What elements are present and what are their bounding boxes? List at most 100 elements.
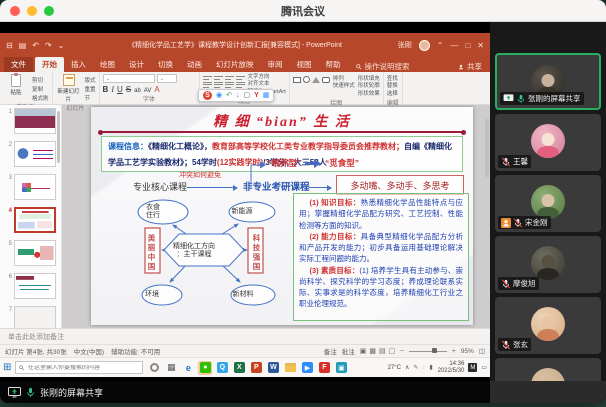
tab-动画[interactable]: 动画 [180, 57, 209, 72]
taskbar-app-meeting-icon[interactable]: ▶ [300, 361, 314, 375]
thumbnail-preview[interactable] [14, 306, 56, 328]
tell-me-search[interactable]: 操作说明搜索 [355, 61, 410, 72]
participant-tile[interactable] [495, 358, 601, 381]
cut-button[interactable]: 剪切 [32, 76, 49, 84]
slide-thumbnail-2[interactable]: 2 [2, 141, 61, 167]
thumbnail-preview[interactable] [14, 141, 56, 167]
taskbar-search-input[interactable] [27, 364, 140, 371]
tab-审阅[interactable]: 审阅 [261, 57, 290, 72]
layout-button[interactable]: 版式 [85, 76, 96, 84]
taskbar-app-word-icon[interactable]: W [266, 361, 280, 375]
undo-arrow-icon[interactable]: ↶ [226, 92, 232, 99]
thumbnail-preview[interactable] [14, 174, 56, 200]
replace-button[interactable]: 替换 [387, 83, 398, 90]
tab-绘图[interactable]: 绘图 [93, 57, 122, 72]
tab-帮助[interactable]: 帮助 [319, 57, 348, 72]
zoom-slider[interactable] [409, 348, 448, 353]
comments-toggle[interactable]: 批注 [342, 346, 355, 356]
thumbnail-preview[interactable] [14, 108, 56, 134]
participant-tile-张玄[interactable]: 张玄 [495, 297, 601, 354]
eye-icon[interactable]: ◉ [216, 92, 222, 99]
weather-indicator[interactable]: 27°C [388, 365, 401, 371]
monitor-icon[interactable]: ▢ [243, 92, 250, 99]
font-color-button[interactable]: A [154, 85, 159, 94]
start-button[interactable]: ⊞ [3, 362, 11, 373]
copy-button[interactable]: 复制 [32, 85, 49, 93]
taskbar-app-powerpoint-icon[interactable]: P [249, 361, 263, 375]
tab-设计[interactable]: 设计 [122, 57, 151, 72]
align-text-button[interactable]: 对齐文本 [248, 81, 286, 88]
slide-thumbnail-7[interactable]: 7 [2, 306, 61, 328]
new-slide-button[interactable]: 新建幻灯片 [56, 74, 82, 103]
format-painter-button[interactable]: 格式刷 [32, 94, 49, 102]
taskbar-app-pdf-icon[interactable]: F [317, 361, 331, 375]
reset-button[interactable]: 重置 [85, 85, 96, 93]
section-button[interactable]: 节 [85, 94, 96, 102]
tab-视图[interactable]: 视图 [290, 57, 319, 72]
slide-thumbnail-3[interactable]: 3 [2, 174, 61, 200]
redo-icon[interactable]: ↷ [45, 41, 52, 50]
save-icon[interactable]: ▤ [19, 41, 27, 50]
font-size-select[interactable]: ⌄ [156, 74, 177, 83]
participant-tile-摩俊旭[interactable]: 摩俊旭 [495, 236, 601, 293]
qat-dropdown-icon[interactable]: ⌄ [58, 41, 65, 50]
share-button[interactable]: 共享 [458, 61, 486, 72]
grid-icon[interactable]: ▦ [263, 92, 270, 99]
bold-button[interactable]: B [103, 85, 109, 94]
paste-button[interactable]: 粘贴 [3, 73, 29, 96]
tab-开始[interactable]: 开始 [35, 57, 64, 72]
participant-tile-张刚的屏幕共享[interactable]: 张刚的屏幕共享 [495, 53, 601, 110]
shape-effects-button[interactable]: 形状效果 [358, 91, 380, 98]
taskbar-app-qq-browser-icon[interactable]: Q [215, 361, 229, 375]
zoom-in-button[interactable]: + [452, 348, 456, 355]
slide-thumbnail-6[interactable]: 6 [2, 273, 61, 299]
annotation-toolbar[interactable]: S ◉ ↶ ↓ ▢ Y ▦ [198, 89, 275, 102]
accessibility-indicator[interactable]: 辅助功能: 不可用 [111, 346, 160, 356]
tab-切换[interactable]: 切换 [151, 57, 180, 72]
underline-button[interactable]: U [117, 85, 123, 94]
thumbnail-preview[interactable] [14, 273, 56, 299]
download-icon[interactable]: ↓ [236, 92, 240, 99]
shape-outline-button[interactable]: 形状轮廓 [358, 83, 380, 90]
zoom-level[interactable]: 95% [461, 348, 474, 355]
ime-indicator[interactable]: M [468, 363, 478, 372]
window-close-icon[interactable]: ✕ [477, 41, 484, 50]
account-name[interactable]: 张刚 [398, 40, 412, 50]
taskbar-app-photos-icon[interactable]: ▣ [334, 361, 348, 375]
account-avatar[interactable] [418, 39, 430, 51]
view-buttons[interactable]: ▣ ▦ ▤ ▢ [360, 347, 396, 355]
tab-文件[interactable]: 文件 [4, 57, 33, 72]
thumbnail-scrollbar[interactable] [57, 111, 60, 163]
tab-插入[interactable]: 插入 [64, 57, 93, 72]
thumbnail-preview[interactable] [14, 207, 56, 233]
taskbar-clock[interactable]: 14:36 2022/5/30 [438, 361, 465, 375]
participant-tile-王馨[interactable]: 王馨 [495, 114, 601, 171]
undo-icon[interactable]: ↶ [32, 41, 39, 50]
italic-button[interactable]: I [111, 85, 114, 94]
zoom-out-button[interactable]: − [400, 348, 404, 355]
participant-tile-宋金刚[interactable]: 宋金刚 [495, 175, 601, 232]
taskbar-app-cortana-icon[interactable] [147, 361, 161, 375]
language-indicator[interactable]: 中文(中国) [74, 346, 104, 356]
strikethrough-button[interactable]: S [126, 85, 131, 94]
taskbar-search[interactable] [15, 361, 144, 374]
notes-toggle[interactable]: 备注 [324, 346, 337, 356]
taskbar-app-wechat-icon[interactable]: ● [198, 360, 213, 375]
taskbar-app-task-view-icon[interactable]: ▦ [164, 361, 178, 375]
tray-icons[interactable]: ✎ ◌ ▮ [413, 364, 433, 371]
window-minimize-icon[interactable]: — [450, 41, 458, 50]
fit-slide-button[interactable]: ◫ [479, 347, 485, 355]
select-button[interactable]: 选择 [387, 91, 398, 98]
font-name-select[interactable]: ⌄ [102, 74, 155, 83]
quick-styles-button[interactable]: 快速样式 [333, 83, 355, 90]
window-maximize-icon[interactable]: □ [465, 41, 470, 50]
ribbon-display-icon[interactable]: ⌃ [437, 41, 444, 50]
s-tool-icon[interactable]: S [203, 91, 212, 100]
thumbnail-preview[interactable] [14, 240, 56, 266]
slide-thumbnail-5[interactable]: 5 [2, 240, 61, 266]
tab-幻灯片放映[interactable]: 幻灯片放映 [209, 57, 261, 72]
shape-gallery[interactable] [292, 74, 330, 83]
taskbar-app-explorer-icon[interactable] [283, 361, 297, 375]
notes-pane[interactable]: 单击此处添加备注 [0, 328, 490, 344]
taskbar-app-excel-icon[interactable]: X [232, 361, 246, 375]
